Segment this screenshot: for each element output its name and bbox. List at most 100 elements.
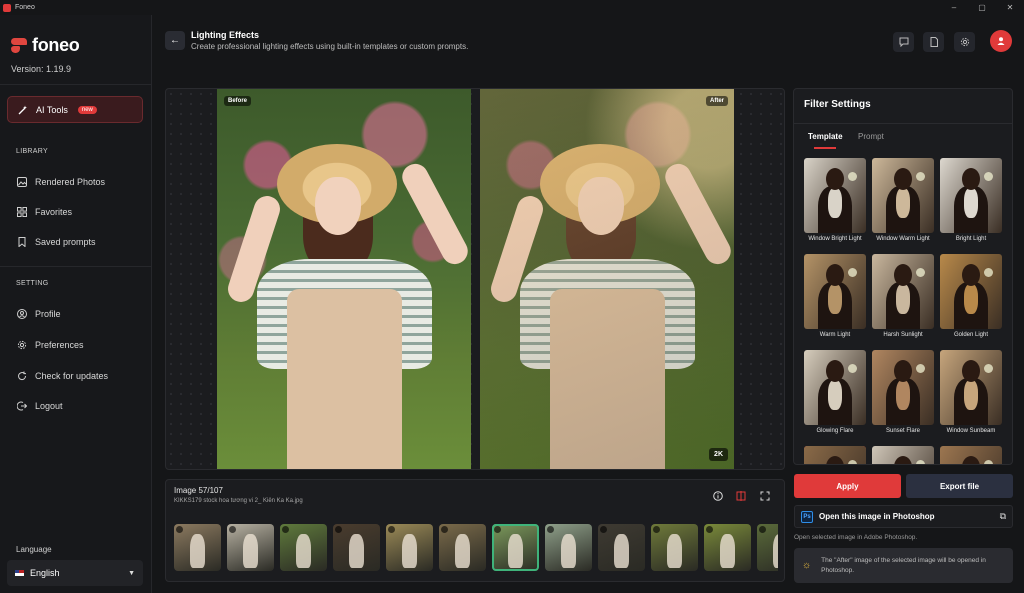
thumbnail[interactable]	[280, 524, 327, 571]
apply-button[interactable]: Apply	[794, 474, 901, 498]
panel-title: Filter Settings	[804, 99, 871, 110]
thumbnail[interactable]	[174, 524, 221, 571]
info-icon	[713, 491, 723, 501]
minimize-button[interactable]: –	[940, 0, 968, 15]
export-file-button[interactable]: Export file	[906, 474, 1013, 498]
thumbnail-strip[interactable]	[174, 524, 778, 572]
edit-badge-icon	[653, 526, 660, 533]
thumbnail[interactable]	[598, 524, 645, 571]
template-preview	[940, 158, 1002, 233]
sidebar-item-saved-prompts[interactable]: Saved prompts	[17, 237, 96, 247]
thumbnail[interactable]	[704, 524, 751, 571]
chat-icon	[899, 37, 909, 47]
language-select[interactable]: English ▼	[7, 560, 143, 586]
docs-button[interactable]	[923, 32, 944, 52]
image-compare-view[interactable]: Before After 2K	[165, 88, 785, 470]
template-tile[interactable]: Golden Light	[940, 254, 1002, 338]
edit-badge-icon	[494, 526, 501, 533]
back-button[interactable]: ←	[165, 31, 185, 50]
template-tile[interactable]	[940, 446, 1002, 464]
close-button[interactable]: ✕	[996, 0, 1024, 15]
template-tile[interactable]	[804, 446, 866, 464]
tab-template[interactable]: Template	[808, 132, 843, 141]
before-label: Before	[224, 96, 252, 106]
template-preview	[804, 446, 866, 464]
arrow-left-icon: ←	[170, 35, 180, 46]
edit-badge-icon	[335, 526, 342, 533]
template-label: Harsh Sunlight	[883, 332, 923, 338]
edit-badge-icon	[282, 526, 289, 533]
template-tile[interactable]: Bright Light	[940, 158, 1002, 242]
sidebar-item-favorites[interactable]: Favorites	[17, 207, 72, 217]
settings-button[interactable]	[954, 32, 975, 52]
sidebar-item-ai-tools[interactable]: AI Tools new	[7, 96, 143, 123]
template-tile[interactable]: Sunset Flare	[872, 350, 934, 434]
sidebar-item-check-updates[interactable]: Check for updates	[17, 371, 108, 381]
sidebar-item-label: AI Tools	[36, 104, 68, 115]
template-tile[interactable]: Harsh Sunlight	[872, 254, 934, 338]
template-label: Window Warm Light	[876, 236, 930, 242]
edit-badge-icon	[759, 526, 766, 533]
image-filename: KIKKS179 stock hoa tương vi 2_ Kiên Ka K…	[174, 498, 303, 504]
edit-badge-icon	[176, 526, 183, 533]
photoshop-hint: Open selected image in Adobe Photoshop.	[794, 534, 918, 541]
resolution-badge: 2K	[709, 448, 728, 461]
thumbnail[interactable]	[227, 524, 274, 571]
feedback-button[interactable]	[893, 32, 914, 52]
thumbnail[interactable]	[386, 524, 433, 571]
thumbnail[interactable]	[333, 524, 380, 571]
template-tile[interactable]: Window Warm Light	[872, 158, 934, 242]
sidebar-item-rendered-photos[interactable]: Rendered Photos	[17, 177, 105, 187]
thumbnail-figure	[508, 534, 523, 568]
external-link-icon: ⧉	[999, 511, 1006, 521]
thumbnail-figure	[773, 534, 778, 568]
sidebar-item-label: Preferences	[35, 340, 84, 350]
bookmark-icon	[17, 237, 27, 247]
section-heading-library: LIBRARY	[16, 148, 48, 155]
thumbnail-figure	[561, 534, 576, 568]
refresh-icon	[17, 371, 27, 381]
template-label: Window Sunbeam	[946, 428, 996, 434]
info-button[interactable]	[711, 489, 725, 503]
thumbnail-figure	[190, 534, 205, 568]
tab-prompt[interactable]: Prompt	[858, 132, 884, 141]
section-heading-setting: SETTING	[16, 280, 49, 287]
user-icon	[996, 36, 1006, 46]
language-value: English	[30, 568, 60, 578]
sidebar-item-preferences[interactable]: Preferences	[17, 340, 84, 350]
template-tile[interactable]: Warm Light	[804, 254, 866, 338]
open-in-photoshop-button[interactable]: Ps Open this image in Photoshop ⧉	[794, 505, 1013, 528]
edit-badge-icon	[441, 526, 448, 533]
thumbnail-figure	[402, 534, 417, 568]
sidebar-item-profile[interactable]: Profile	[17, 309, 61, 319]
template-tile[interactable]: Window Sunbeam	[940, 350, 1002, 434]
fullscreen-button[interactable]	[758, 489, 772, 503]
thumbnail-figure	[349, 534, 364, 568]
thumbnail-figure	[296, 534, 311, 568]
app-logo: foneo	[11, 35, 80, 56]
sidebar-item-logout[interactable]: Logout	[17, 401, 63, 411]
template-tile[interactable]: Window Bright Light	[804, 158, 866, 242]
divider	[0, 84, 151, 85]
sidebar-item-label: Rendered Photos	[35, 177, 106, 187]
grid-icon	[17, 207, 27, 217]
thumbnail[interactable]	[545, 524, 592, 571]
us-flag-icon	[15, 570, 24, 576]
template-tile[interactable]: Glowing Flare	[804, 350, 866, 434]
template-preview	[872, 350, 934, 425]
user-icon	[17, 309, 27, 319]
edit-badge-icon	[706, 526, 713, 533]
compare-toggle-button[interactable]	[734, 489, 748, 503]
maximize-button[interactable]: ▢	[968, 0, 996, 15]
thumbnail[interactable]	[757, 524, 778, 571]
window-title: Foneo	[15, 4, 35, 11]
thumbnail[interactable]	[439, 524, 486, 571]
sidebar-item-label: Logout	[35, 401, 63, 411]
photoshop-note: ☼ The "After" image of the selected imag…	[794, 548, 1013, 583]
user-avatar[interactable]	[990, 30, 1012, 52]
thumbnail[interactable]	[651, 524, 698, 571]
sidebar-item-label: Check for updates	[35, 371, 109, 381]
template-tile[interactable]	[872, 446, 934, 464]
thumbnail[interactable]	[492, 524, 539, 571]
sidebar: foneo Version: 1.19.9 AI Tools new LIBRA…	[0, 15, 152, 593]
